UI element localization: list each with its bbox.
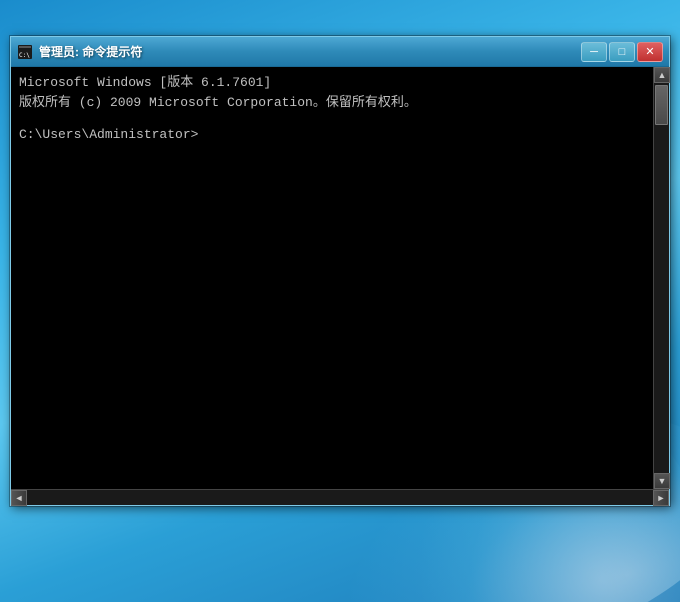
terminal-wrapper: Microsoft Windows [版本 6.1.7601] 版权所有 (c)… bbox=[11, 67, 669, 489]
scroll-thumb[interactable] bbox=[655, 85, 668, 125]
svg-text:C:\: C:\ bbox=[19, 52, 30, 59]
vertical-scrollbar: ▲ ▼ bbox=[653, 67, 669, 489]
scroll-up-button[interactable]: ▲ bbox=[654, 67, 670, 83]
scroll-track[interactable] bbox=[654, 83, 669, 473]
minimize-button[interactable]: ─ bbox=[581, 42, 607, 62]
terminal-line-3 bbox=[19, 112, 647, 125]
scroll-track-h[interactable] bbox=[27, 490, 653, 505]
window-controls: ─ □ ✕ bbox=[581, 42, 663, 62]
scroll-right-button[interactable]: ► bbox=[653, 490, 669, 506]
terminal-line-1: Microsoft Windows [版本 6.1.7601] bbox=[19, 73, 647, 93]
window-title: 管理员: 命令提示符 bbox=[39, 43, 581, 60]
maximize-button[interactable]: □ bbox=[609, 42, 635, 62]
cmd-window: C:\ 管理员: 命令提示符 ─ □ ✕ Microsoft Windows [… bbox=[10, 36, 670, 506]
close-button[interactable]: ✕ bbox=[637, 42, 663, 62]
scroll-left-button[interactable]: ◄ bbox=[11, 490, 27, 506]
horizontal-scrollbar: ◄ ► bbox=[11, 489, 669, 505]
terminal-line-2: 版权所有 (c) 2009 Microsoft Corporation。保留所有… bbox=[19, 93, 647, 113]
terminal-output[interactable]: Microsoft Windows [版本 6.1.7601] 版权所有 (c)… bbox=[11, 67, 653, 489]
window-icon: C:\ bbox=[17, 44, 33, 60]
title-bar: C:\ 管理员: 命令提示符 ─ □ ✕ bbox=[11, 37, 669, 67]
window-container: C:\ 管理员: 命令提示符 ─ □ ✕ Microsoft Windows [… bbox=[10, 36, 670, 506]
scroll-down-button[interactable]: ▼ bbox=[654, 473, 670, 489]
terminal-prompt: C:\Users\Administrator> bbox=[19, 125, 647, 145]
